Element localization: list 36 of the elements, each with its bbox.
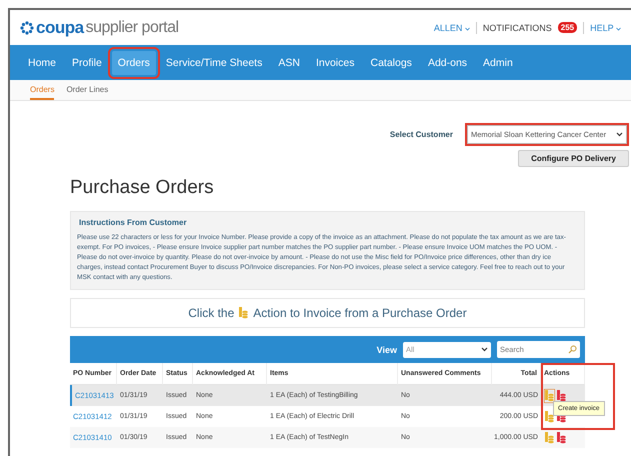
- nav-tab[interactable]: Add-ons: [422, 50, 474, 74]
- notification-count: 255: [558, 22, 578, 33]
- logo-text: coupa: [36, 18, 84, 38]
- nav-tab[interactable]: ASN: [272, 50, 306, 74]
- notifications-link[interactable]: NOTIFICATIONS: [482, 22, 552, 32]
- logo-subtitle: supplier portal: [86, 18, 179, 36]
- logo-icon: [20, 20, 34, 34]
- search-icon: [568, 345, 577, 354]
- create-invoice-icon[interactable]: [544, 430, 555, 444]
- sub-tab[interactable]: Orders: [30, 85, 54, 100]
- configure-po-delivery-button[interactable]: Configure PO Delivery: [518, 150, 629, 167]
- instructions-title: Instructions From Customer: [78, 218, 188, 227]
- chevron-down-icon: [616, 132, 623, 137]
- nav-tab[interactable]: Profile: [66, 50, 108, 74]
- nav-tab[interactable]: Invoices: [310, 50, 360, 74]
- banner-text: Action to Invoice from a Purchase Order: [253, 306, 467, 320]
- nav-tab[interactable]: Orders: [112, 50, 156, 74]
- nav-tab[interactable]: Service/Time Sheets: [160, 50, 268, 74]
- banner-text: Click the: [188, 306, 234, 320]
- create-invoice-icon[interactable]: [544, 388, 555, 402]
- user-menu[interactable]: ALLEN: [434, 22, 470, 32]
- view-label: View: [376, 344, 397, 354]
- create-invoice-icon[interactable]: [544, 410, 555, 424]
- page-title: Purchase Orders: [70, 177, 215, 199]
- coins-icon[interactable]: [238, 306, 250, 320]
- nav-tab[interactable]: Catalogs: [364, 50, 418, 74]
- select-customer-label: Select Customer: [390, 130, 453, 139]
- help-menu[interactable]: HELP: [590, 22, 621, 32]
- chevron-down-icon: [616, 26, 621, 30]
- sub-tab[interactable]: Order Lines: [66, 85, 108, 100]
- nav-tab[interactable]: Home: [22, 50, 62, 74]
- chevron-down-icon: [464, 26, 470, 30]
- chevron-down-icon: [481, 347, 488, 352]
- nav-tab[interactable]: Admin: [477, 50, 519, 74]
- coins-icon[interactable]: [556, 388, 567, 402]
- coins-icon[interactable]: [556, 430, 567, 444]
